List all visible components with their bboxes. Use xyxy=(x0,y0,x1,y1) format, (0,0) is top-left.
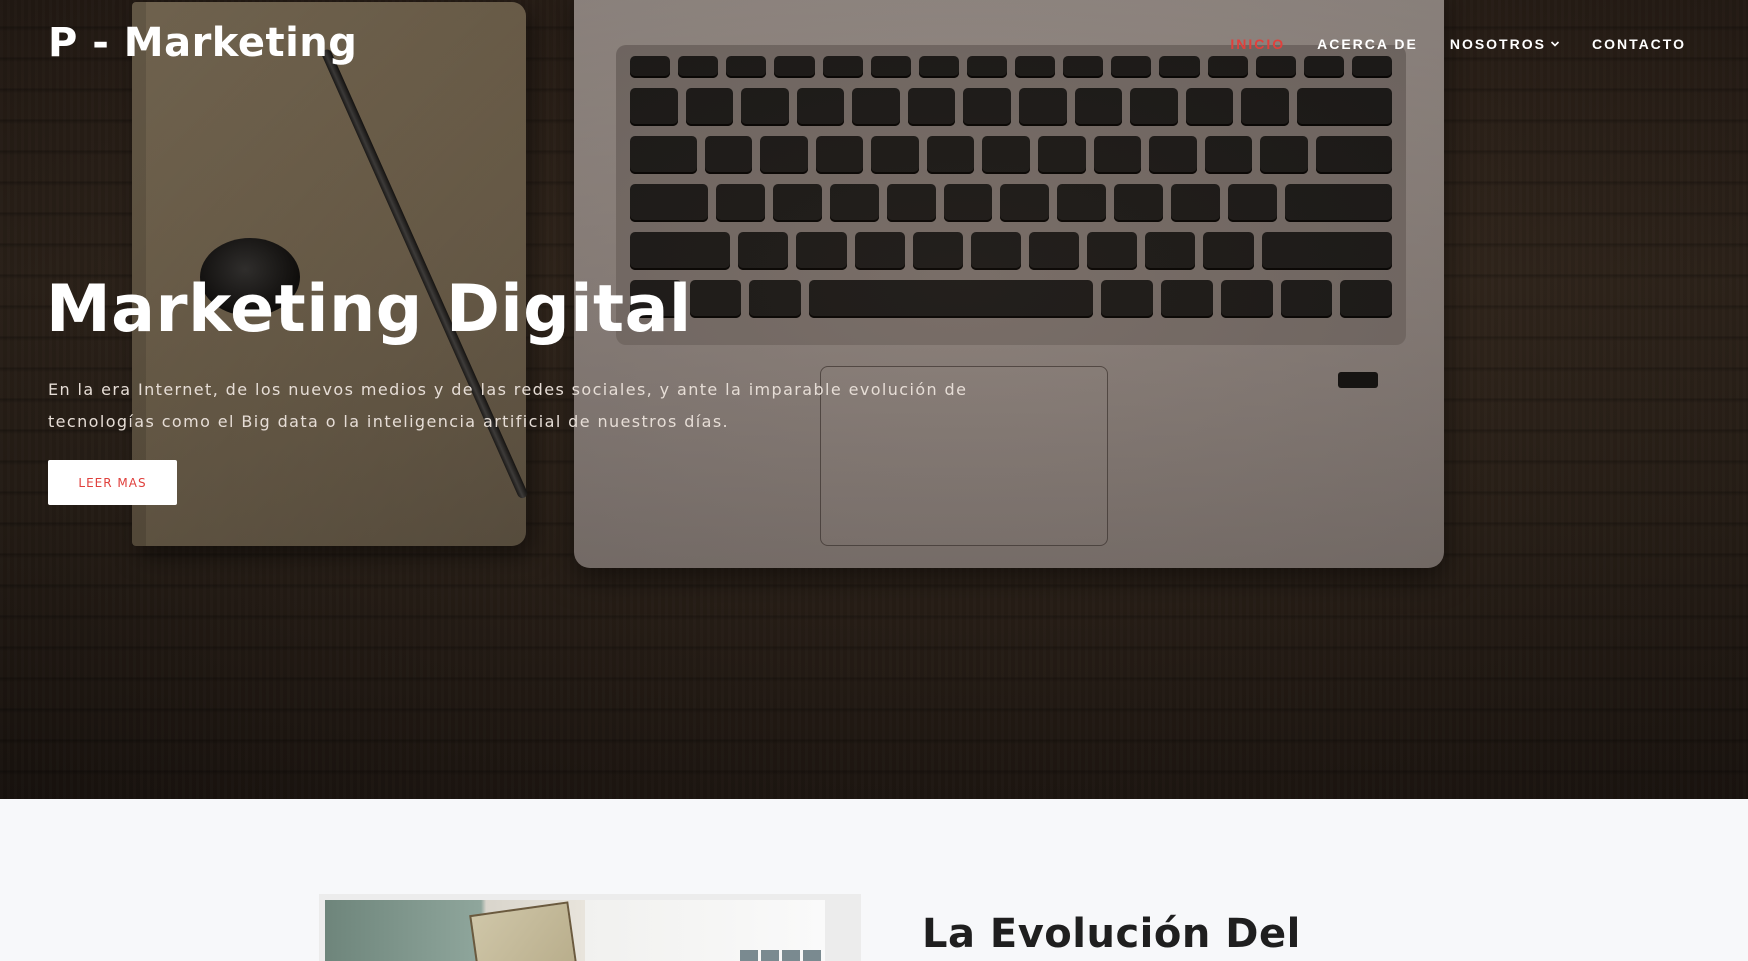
nav-item-contacto[interactable]: CONTACTO xyxy=(1592,36,1686,52)
nav-item-label: INICIO xyxy=(1230,36,1286,52)
section-image xyxy=(319,894,861,961)
nav-item-label: CONTACTO xyxy=(1591,36,1686,52)
leer-mas-button[interactable]: LEER MAS xyxy=(48,460,177,505)
wall-map-image xyxy=(469,901,577,961)
nav-item-inicio[interactable]: INICIO xyxy=(1230,36,1285,52)
nav-item-label: ACERCA DE xyxy=(1317,36,1418,52)
nav-item-label: NOSOTROS xyxy=(1449,36,1546,52)
main-nav: INICIO ACERCA DE NOSOTROS CONTACTO xyxy=(1230,36,1686,52)
brand-logo[interactable]: P - Marketing xyxy=(48,20,357,66)
evolution-section: La Evolución Del xyxy=(0,799,1748,961)
chevron-down-icon xyxy=(1550,41,1560,47)
nav-item-nosotros[interactable]: NOSOTROS xyxy=(1450,36,1560,52)
section-title: La Evolución Del xyxy=(922,911,1301,957)
hero-description: En la era Internet, de los nuevos medios… xyxy=(48,380,968,431)
hero-title: Marketing Digital xyxy=(46,272,692,347)
nav-item-acerca-de[interactable]: ACERCA DE xyxy=(1317,36,1418,52)
office-photo xyxy=(325,900,825,961)
